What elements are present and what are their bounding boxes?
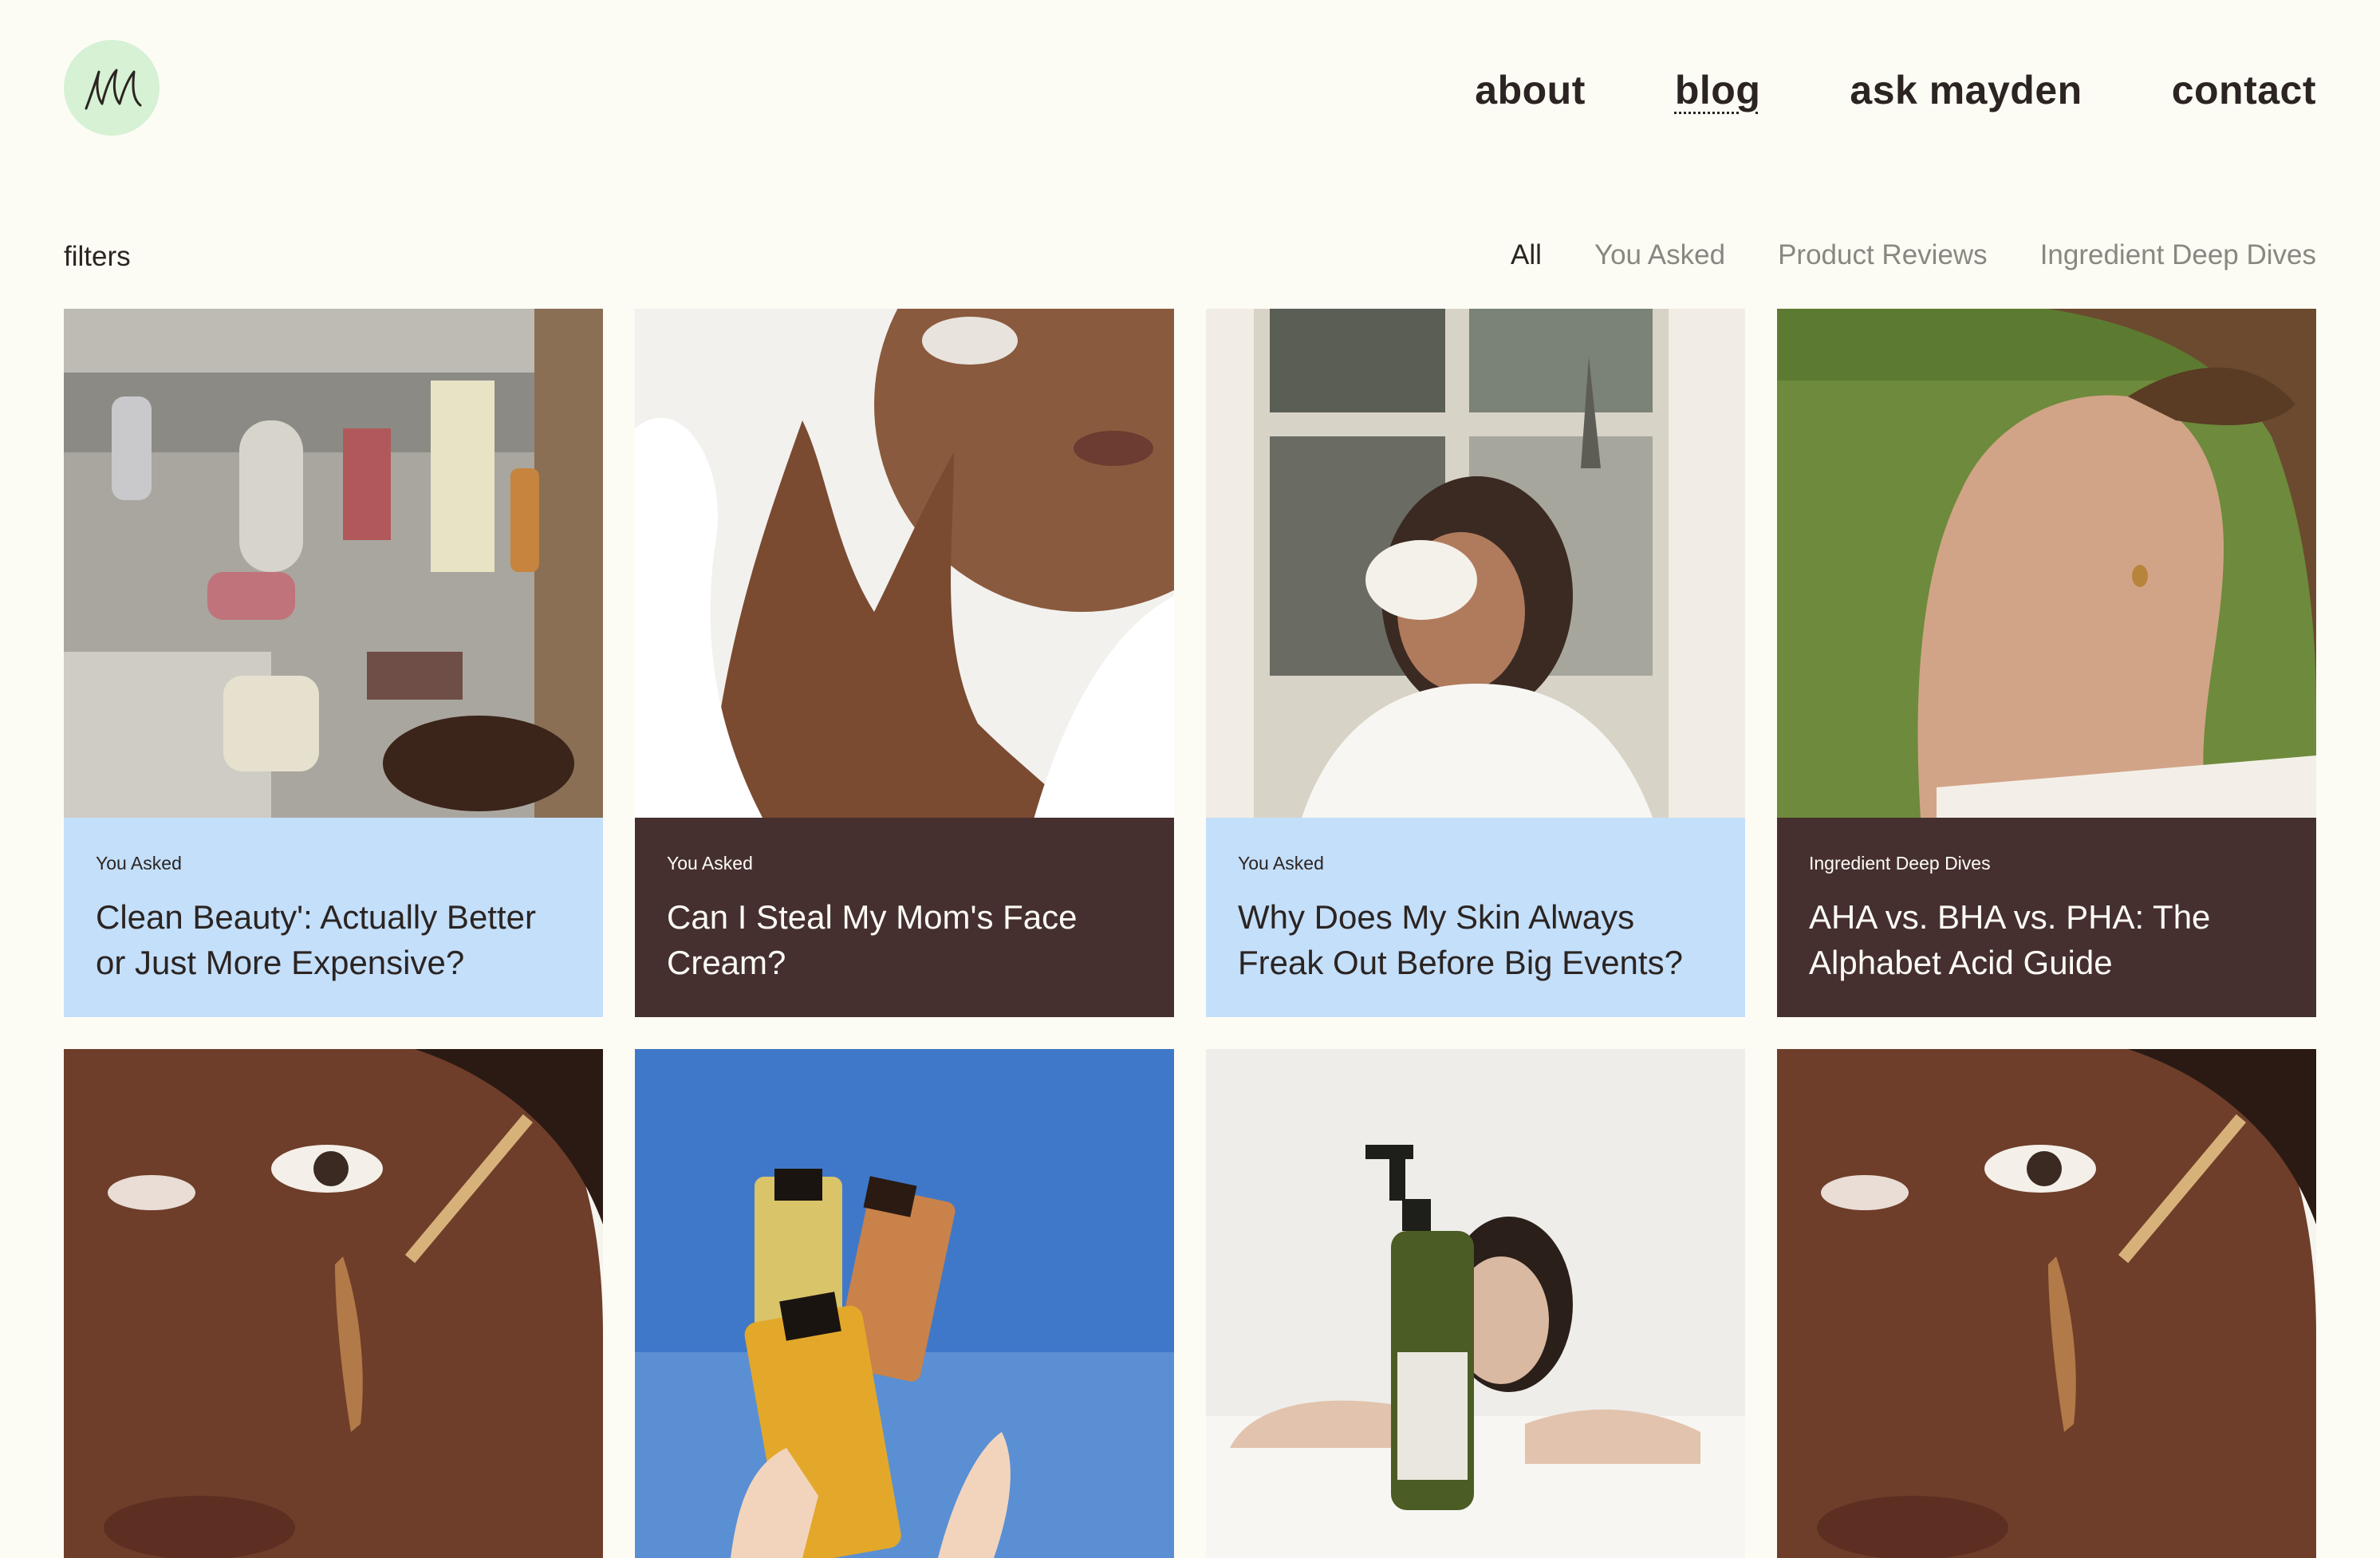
post-card[interactable] [64,1049,603,1558]
post-tag: You Asked [667,853,753,874]
post-caption: You Asked Why Does My Skin Always Freak … [1206,818,1745,1017]
site-logo[interactable] [64,40,160,136]
nav-ask-mayden[interactable]: ask mayden [1850,62,2082,118]
filter-tab-you-asked[interactable]: You Asked [1594,238,1725,273]
post-image-woman-drinking-coffee [1206,309,1745,818]
post-card[interactable] [1777,1049,2316,1558]
post-image-serum-dropper [64,1049,603,1558]
post-caption: You Asked Can I Steal My Mom's Face Crea… [635,818,1174,1017]
post-title[interactable]: Clean Beauty': Actually Better or Just M… [96,894,571,985]
nav-about[interactable]: about [1475,62,1586,118]
post-card[interactable]: You Asked Why Does My Skin Always Freak … [1206,309,1745,1017]
post-image-cleanser-bottle [1206,1049,1745,1558]
post-card[interactable]: You Asked Clean Beauty': Actually Better… [64,309,603,1017]
filter-tab-product-reviews[interactable]: Product Reviews [1778,238,1988,273]
post-image-woman-in-sunlight [1777,309,2316,818]
filter-tab-ingredient-deep-dives[interactable]: Ingredient Deep Dives [2040,238,2316,273]
post-image-skincare-products [64,309,603,818]
logo-monogram-icon [85,69,142,110]
post-tag: You Asked [96,853,182,874]
post-grid: You Asked Clean Beauty': Actually Better… [64,309,2316,1558]
filters-label: filters [64,241,131,272]
filter-tabs: All You Asked Product Reviews Ingredient… [1458,238,2316,273]
post-card[interactable]: You Asked Can I Steal My Mom's Face Crea… [635,309,1174,1017]
post-tag: You Asked [1238,853,1324,874]
post-title[interactable]: AHA vs. BHA vs. PHA: The Alphabet Acid G… [1809,894,2284,985]
post-caption: You Asked Clean Beauty': Actually Better… [64,818,603,1017]
post-tag: Ingredient Deep Dives [1809,853,1991,874]
main-nav: about blog ask mayden contact [1385,62,2316,118]
post-image-perfume-bottles [635,1049,1174,1558]
post-image-woman-applying-cream [635,309,1174,818]
filter-tab-all[interactable]: All [1511,238,1542,273]
post-card[interactable]: Ingredient Deep Dives AHA vs. BHA vs. PH… [1777,309,2316,1017]
post-card[interactable] [635,1049,1174,1558]
nav-contact[interactable]: contact [2172,62,2316,118]
nav-blog[interactable]: blog [1675,62,1761,118]
post-title[interactable]: Why Does My Skin Always Freak Out Before… [1238,894,1713,985]
post-title[interactable]: Can I Steal My Mom's Face Cream? [667,894,1142,985]
post-image-serum-dropper [1777,1049,2316,1558]
post-caption: Ingredient Deep Dives AHA vs. BHA vs. PH… [1777,818,2316,1017]
post-card[interactable] [1206,1049,1745,1558]
